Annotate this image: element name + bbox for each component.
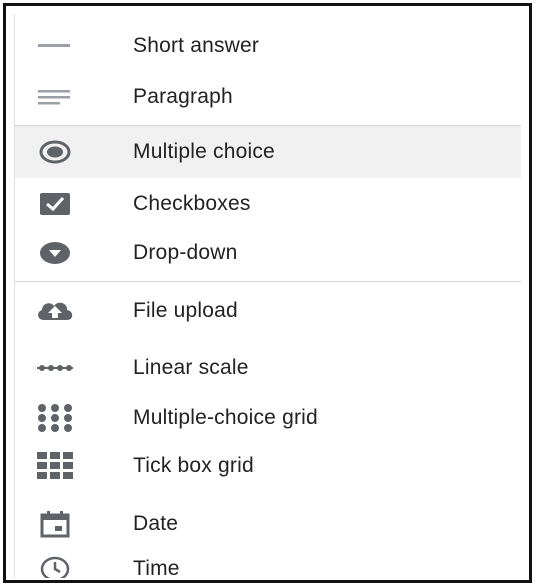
linear-scale-icon [33,350,77,386]
menu-item-label: Multiple-choice grid [133,406,318,429]
screenshot-frame: Short answer Paragraph Multiple choice C… [3,3,532,583]
menu-item-label: Checkboxes [133,192,251,215]
clock-icon [33,551,77,578]
menu-item-time[interactable]: Time [15,543,521,578]
menu-item-multiple-choice-grid[interactable]: Multiple-choice grid [15,392,521,444]
menu-item-label: File upload [133,299,238,322]
menu-item-short-answer[interactable]: Short answer [15,20,521,72]
short-answer-icon [33,28,77,64]
menu-item-multiple-choice[interactable]: Multiple choice [15,126,521,178]
calendar-icon [33,506,77,542]
menu-item-label: Linear scale [133,356,249,379]
menu-item-drop-down[interactable]: Drop-down [15,227,521,279]
dropdown-icon [33,235,77,271]
checkbox-icon [33,186,77,222]
menu-item-label: Drop-down [133,241,238,264]
paragraph-icon [33,79,77,115]
radio-grid-icon [33,400,77,436]
menu-item-file-upload[interactable]: File upload [15,285,521,337]
menu-item-label: Paragraph [133,85,233,108]
question-type-menu: Short answer Paragraph Multiple choice C… [14,14,521,578]
checkbox-grid-icon [33,448,77,484]
cloud-upload-icon [33,293,77,329]
radio-button-icon [33,134,77,170]
menu-item-label: Time [133,557,180,578]
menu-item-label: Tick box grid [133,454,254,477]
menu-item-label: Multiple choice [133,140,275,163]
menu-item-linear-scale[interactable]: Linear scale [15,342,521,394]
menu-item-paragraph[interactable]: Paragraph [15,71,521,123]
menu-item-label: Short answer [133,34,260,57]
menu-item-checkboxes[interactable]: Checkboxes [15,178,521,230]
menu-item-label: Date [133,512,179,535]
menu-item-tick-box-grid[interactable]: Tick box grid [15,440,521,492]
menu-divider [15,281,521,282]
